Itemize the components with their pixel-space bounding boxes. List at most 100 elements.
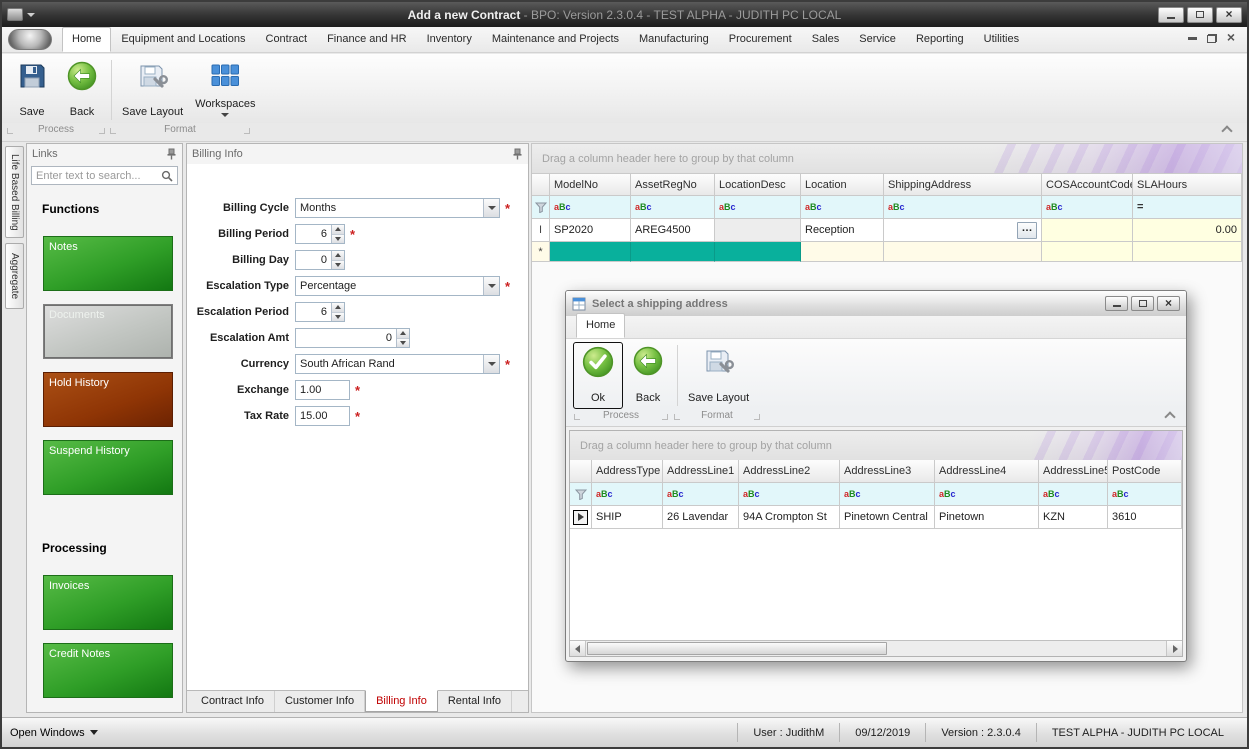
column-header-addressline1[interactable]: AddressLine1 bbox=[663, 460, 739, 483]
column-header-addresstype[interactable]: AddressType bbox=[592, 460, 663, 483]
new-cell-modelno[interactable] bbox=[550, 242, 631, 262]
billing-period-spinner[interactable]: 6 bbox=[295, 224, 345, 244]
ribbon-collapse-chevron-icon[interactable] bbox=[1221, 125, 1233, 137]
filter-cell-addressline4[interactable] bbox=[935, 483, 1039, 506]
cell-postcode[interactable]: 3610 bbox=[1108, 506, 1182, 529]
ribbon-tab-inventory[interactable]: Inventory bbox=[417, 27, 482, 52]
cell-slahours[interactable]: 0.00 bbox=[1133, 219, 1242, 242]
filter-cell-postcode[interactable] bbox=[1108, 483, 1182, 506]
filter-cell-modelno[interactable] bbox=[550, 196, 631, 219]
cell-location[interactable]: Reception bbox=[801, 219, 884, 242]
application-menu-button[interactable] bbox=[8, 29, 52, 50]
back-button[interactable]: Back bbox=[57, 57, 107, 123]
side-tab-aggregate[interactable]: Aggregate bbox=[5, 243, 24, 309]
billing-cycle-combo[interactable]: Months bbox=[295, 198, 500, 218]
scroll-right-icon[interactable] bbox=[1166, 641, 1182, 656]
link-button-hold-history[interactable]: Hold History bbox=[43, 372, 173, 427]
ribbon-tab-equipment-and-locations[interactable]: Equipment and Locations bbox=[111, 27, 255, 52]
dialog-save-layout-button[interactable]: Save Layout bbox=[682, 342, 755, 409]
filter-cell-slahours[interactable] bbox=[1133, 196, 1242, 219]
save-layout-button[interactable]: Save Layout bbox=[116, 57, 189, 123]
address-row[interactable]: SHIP 26 Lavendar 94A Crompton St Pinetow… bbox=[570, 506, 1182, 529]
ribbon-tab-contract[interactable]: Contract bbox=[256, 27, 318, 52]
grid-group-by-band[interactable]: Drag a column header here to group by th… bbox=[532, 144, 1242, 173]
pin-icon[interactable] bbox=[512, 148, 523, 160]
chevron-down-icon[interactable] bbox=[483, 277, 499, 295]
links-search-box[interactable] bbox=[31, 166, 178, 185]
dialog-tab-home[interactable]: Home bbox=[576, 313, 626, 338]
filter-cell-addressline2[interactable] bbox=[739, 483, 840, 506]
cell-addressline4[interactable]: Pinetown bbox=[935, 506, 1039, 529]
column-header-addressline3[interactable]: AddressLine3 bbox=[840, 460, 935, 483]
spin-down-icon[interactable] bbox=[332, 260, 344, 269]
ribbon-tab-utilities[interactable]: Utilities bbox=[974, 27, 1029, 52]
exchange-field[interactable]: 1.00 bbox=[295, 380, 350, 400]
new-cell-locationdesc[interactable] bbox=[715, 242, 801, 262]
link-button-notes[interactable]: Notes bbox=[43, 236, 173, 291]
grid-new-row[interactable]: * bbox=[532, 242, 1242, 262]
spin-up-icon[interactable] bbox=[332, 225, 344, 235]
new-cell-assetregno[interactable] bbox=[631, 242, 715, 262]
filter-cell-addressline5[interactable] bbox=[1039, 483, 1108, 506]
chevron-down-icon[interactable] bbox=[483, 355, 499, 373]
currency-combo[interactable]: South African Rand bbox=[295, 354, 500, 374]
spin-up-icon[interactable] bbox=[332, 303, 344, 313]
ribbon-tab-sales[interactable]: Sales bbox=[802, 27, 850, 52]
chevron-down-icon[interactable] bbox=[483, 199, 499, 217]
quick-access-dropdown-icon[interactable] bbox=[27, 12, 35, 17]
ok-button[interactable]: Ok bbox=[573, 342, 623, 409]
ribbon-tab-procurement[interactable]: Procurement bbox=[719, 27, 802, 52]
tab-contract-info[interactable]: Contract Info bbox=[191, 691, 275, 712]
spin-up-icon[interactable] bbox=[332, 251, 344, 261]
filter-cell-location[interactable] bbox=[801, 196, 884, 219]
ribbon-tab-service[interactable]: Service bbox=[849, 27, 906, 52]
cell-addressline2[interactable]: 94A Crompton St bbox=[739, 506, 840, 529]
spin-down-icon[interactable] bbox=[332, 234, 344, 243]
cell-addressline3[interactable]: Pinetown Central bbox=[840, 506, 935, 529]
dialog-titlebar[interactable]: Select a shipping address bbox=[566, 291, 1186, 316]
open-windows-button[interactable]: Open Windows bbox=[10, 727, 98, 739]
spinner-buttons[interactable] bbox=[331, 225, 344, 243]
new-cell-shippingaddress[interactable] bbox=[884, 242, 1042, 262]
filter-cell-addresstype[interactable] bbox=[592, 483, 663, 506]
column-header-locationdesc[interactable]: LocationDesc bbox=[715, 173, 801, 196]
dialog-group-by-band[interactable]: Drag a column header here to group by th… bbox=[570, 431, 1182, 460]
ribbon-tab-finance-and-hr[interactable]: Finance and HR bbox=[317, 27, 417, 52]
link-button-suspend-history[interactable]: Suspend History bbox=[43, 440, 173, 495]
filter-cell-addressline3[interactable] bbox=[840, 483, 935, 506]
cell-addressline1[interactable]: 26 Lavendar bbox=[663, 506, 739, 529]
escalation-type-combo[interactable]: Percentage bbox=[295, 276, 500, 296]
links-search-input[interactable] bbox=[36, 169, 161, 182]
tab-rental-info[interactable]: Rental Info bbox=[438, 691, 513, 712]
scroll-left-icon[interactable] bbox=[570, 641, 586, 656]
link-button-documents[interactable]: Documents bbox=[43, 304, 173, 359]
spin-up-icon[interactable] bbox=[397, 329, 409, 339]
scrollbar-thumb[interactable] bbox=[587, 642, 887, 655]
pin-icon[interactable] bbox=[166, 148, 177, 160]
ribbon-tab-home[interactable]: Home bbox=[62, 27, 112, 52]
filter-cell-locationdesc[interactable] bbox=[715, 196, 801, 219]
search-icon[interactable] bbox=[161, 170, 173, 182]
cell-addresstype[interactable]: SHIP bbox=[592, 506, 663, 529]
mdi-close-icon[interactable] bbox=[1227, 32, 1235, 45]
dialog-back-button[interactable]: Back bbox=[623, 342, 673, 409]
cell-addressline5[interactable]: KZN bbox=[1039, 506, 1108, 529]
filter-cell-cosaccountcode[interactable] bbox=[1042, 196, 1133, 219]
ribbon-tab-reporting[interactable]: Reporting bbox=[906, 27, 974, 52]
spinner-buttons[interactable] bbox=[331, 303, 344, 321]
escalation-period-spinner[interactable]: 6 bbox=[295, 302, 345, 322]
spinner-buttons[interactable] bbox=[396, 329, 409, 347]
column-header-cosaccountcode[interactable]: COSAccountCode bbox=[1042, 173, 1133, 196]
column-header-shippingaddress[interactable]: ShippingAddress bbox=[884, 173, 1042, 196]
tax-rate-field[interactable]: 15.00 bbox=[295, 406, 350, 426]
tab-billing-info[interactable]: Billing Info bbox=[365, 690, 438, 712]
column-header-assetregno[interactable]: AssetRegNo bbox=[631, 173, 715, 196]
ribbon-tab-manufacturing[interactable]: Manufacturing bbox=[629, 27, 719, 52]
app-icon[interactable] bbox=[7, 8, 23, 21]
link-button-credit-notes[interactable]: Credit Notes bbox=[43, 643, 173, 698]
spin-down-icon[interactable] bbox=[397, 338, 409, 347]
close-button[interactable] bbox=[1216, 6, 1242, 23]
mdi-minimize-icon[interactable] bbox=[1187, 37, 1197, 40]
column-header-addressline4[interactable]: AddressLine4 bbox=[935, 460, 1039, 483]
billing-day-spinner[interactable]: 0 bbox=[295, 250, 345, 270]
